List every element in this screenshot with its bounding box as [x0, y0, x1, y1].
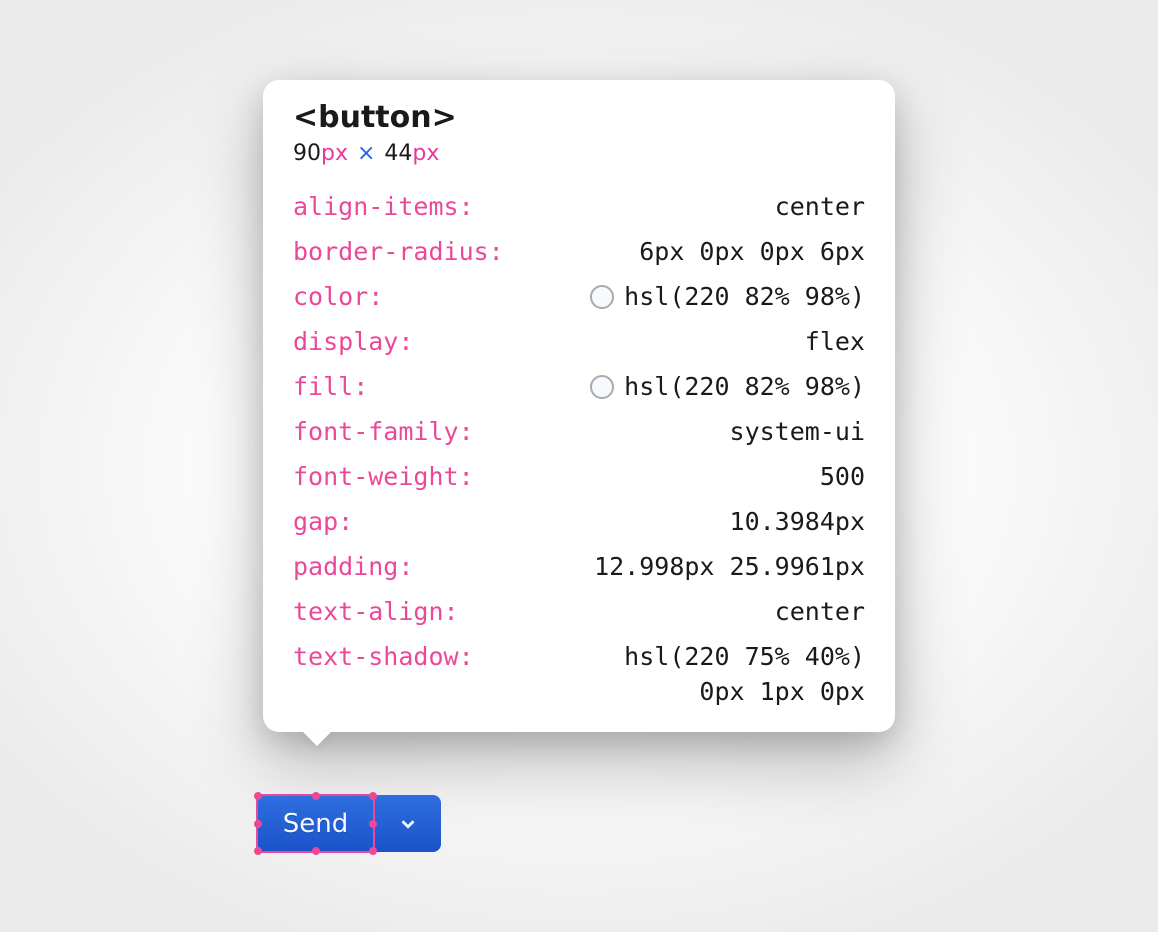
chevron-down-icon [397, 813, 419, 835]
button-group: Send [257, 795, 441, 852]
width-unit: px [321, 141, 348, 166]
inspector-tooltip: <button> 90px × 44px align-items: center… [263, 80, 895, 732]
property-value: center [775, 192, 865, 221]
height-value: 44 [384, 141, 412, 166]
dimension-separator: × [357, 141, 375, 166]
send-button[interactable]: Send [257, 795, 374, 852]
property-row: fill: hsl(220 82% 98%) [293, 372, 865, 401]
height-unit: px [412, 141, 439, 166]
property-name: font-weight: [293, 462, 474, 491]
property-row: align-items: center [293, 192, 865, 221]
property-value-line2: 0px 1px 0px [699, 677, 865, 706]
property-row: padding: 12.998px 25.9961px [293, 552, 865, 581]
property-name: fill: [293, 372, 368, 401]
property-value-line1: hsl(220 75% 40%) [624, 642, 865, 671]
property-name: gap: [293, 507, 353, 536]
send-dropdown-button[interactable] [374, 795, 441, 852]
property-name: display: [293, 327, 413, 356]
tooltip-arrow-icon [303, 732, 331, 746]
property-value: 12.998px 25.9961px [594, 552, 865, 581]
property-row: text-align: center [293, 597, 865, 626]
property-value: flex [805, 327, 865, 356]
property-name: padding: [293, 552, 413, 581]
property-value: 10.3984px [730, 507, 865, 536]
property-row: color: hsl(220 82% 98%) [293, 282, 865, 311]
property-row: border-radius: 6px 0px 0px 6px [293, 237, 865, 266]
property-name: text-shadow: [293, 642, 474, 671]
property-row: font-family: system-ui [293, 417, 865, 446]
color-swatch-icon [590, 375, 614, 399]
property-name: text-align: [293, 597, 459, 626]
property-value: hsl(220 82% 98%) [590, 372, 865, 401]
property-value: 6px 0px 0px 6px [639, 237, 865, 266]
property-row: text-shadow: hsl(220 75% 40%) 0px 1px 0p… [293, 642, 865, 706]
property-name: border-radius: [293, 237, 504, 266]
property-row: display: flex [293, 327, 865, 356]
property-value: center [775, 597, 865, 626]
properties-list: align-items: center border-radius: 6px 0… [293, 192, 865, 706]
property-name: align-items: [293, 192, 474, 221]
property-name: color: [293, 282, 383, 311]
element-dimensions: 90px × 44px [293, 141, 865, 166]
property-value: 500 [820, 462, 865, 491]
element-tag: <button> [293, 100, 865, 135]
property-row: gap: 10.3984px [293, 507, 865, 536]
property-value-text: hsl(220 82% 98%) [624, 282, 865, 311]
property-value: hsl(220 82% 98%) [590, 282, 865, 311]
property-value: system-ui [730, 417, 865, 446]
color-swatch-icon [590, 285, 614, 309]
property-value: hsl(220 75% 40%) 0px 1px 0px [624, 642, 865, 706]
property-name: font-family: [293, 417, 474, 446]
width-value: 90 [293, 141, 321, 166]
property-row: font-weight: 500 [293, 462, 865, 491]
property-value-text: hsl(220 82% 98%) [624, 372, 865, 401]
